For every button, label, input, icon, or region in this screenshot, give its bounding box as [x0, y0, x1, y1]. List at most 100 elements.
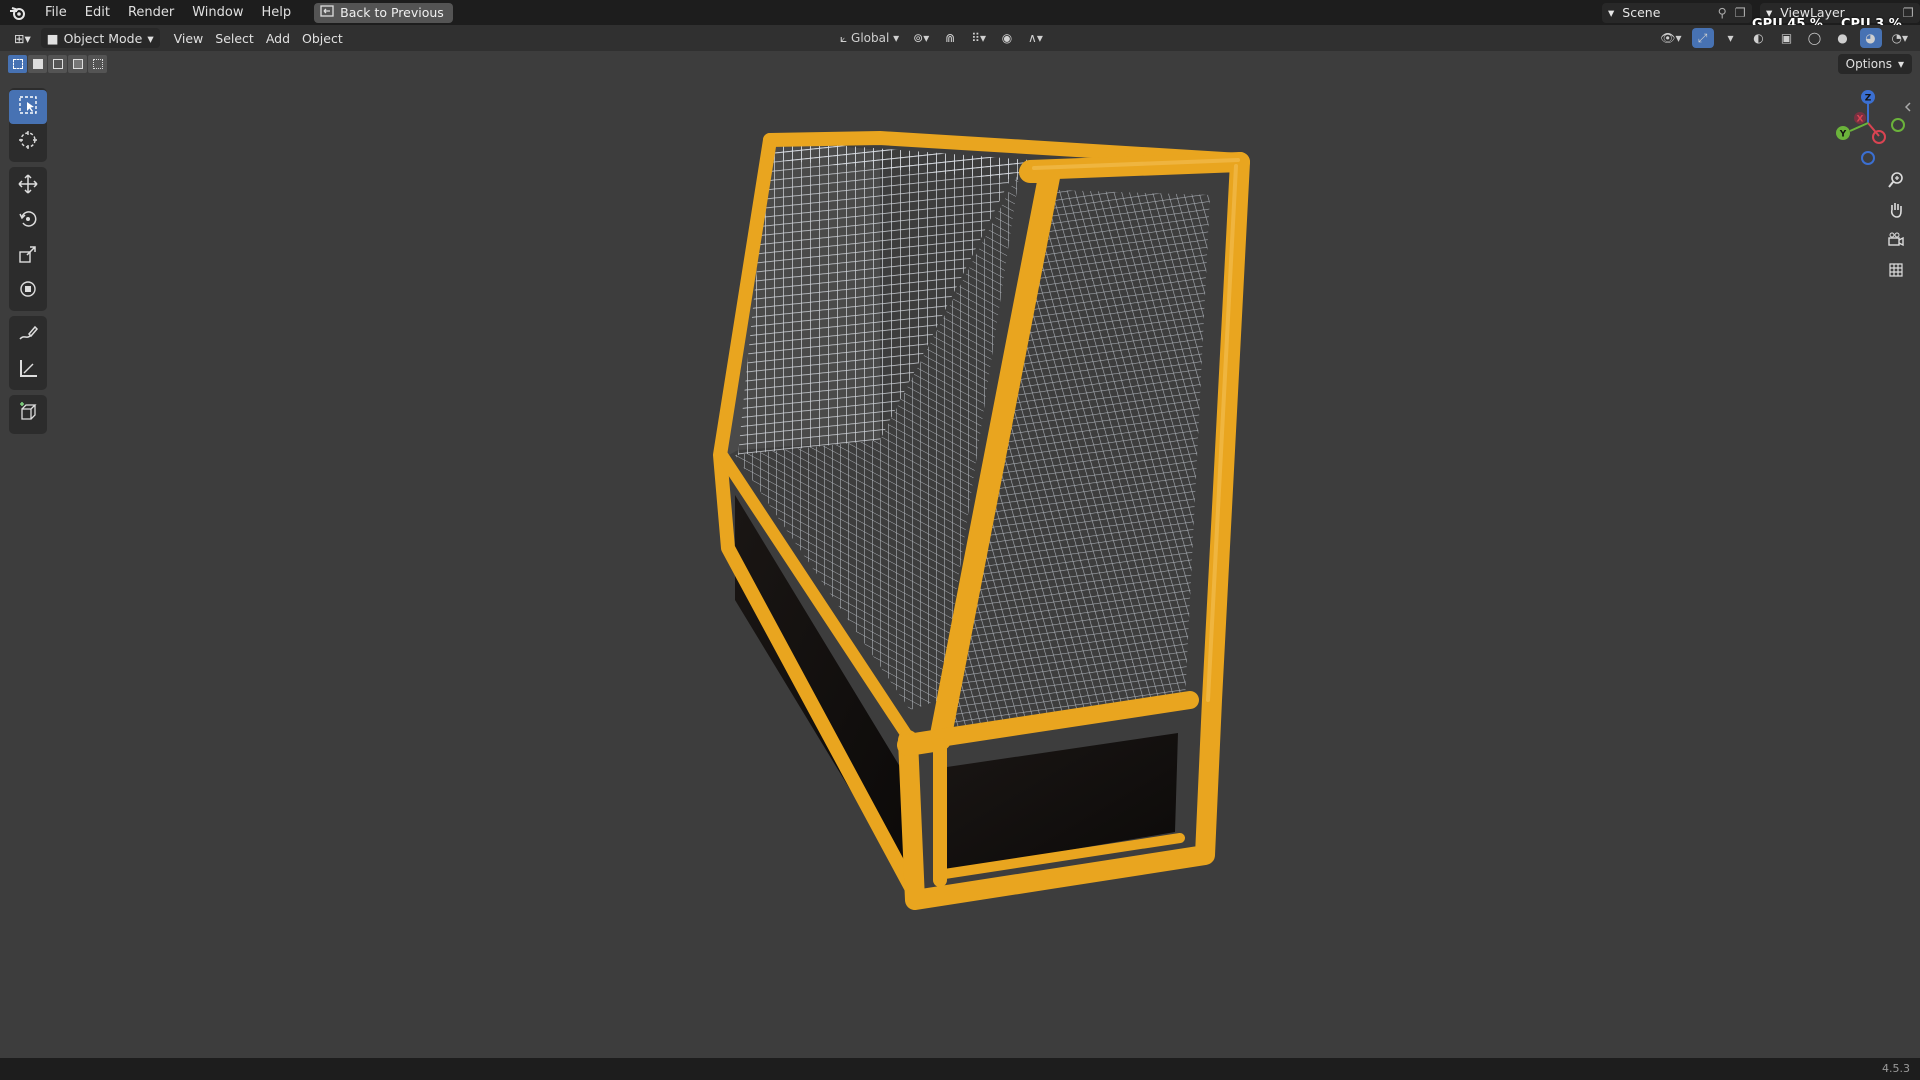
- pivot-icon: ⊚▾: [913, 31, 930, 45]
- transform-orientation-dropdown[interactable]: ⟀ Global ▾: [836, 28, 903, 48]
- menu-edit[interactable]: Edit: [76, 0, 119, 25]
- material-icon: ◕: [1865, 31, 1876, 45]
- select-invert-button[interactable]: [68, 55, 87, 73]
- options-label: Options: [1845, 57, 1892, 71]
- scale-tool[interactable]: [9, 239, 47, 273]
- move-icon: [17, 173, 39, 199]
- annotate-icon: [17, 322, 39, 348]
- snap-toggle[interactable]: ⋒: [939, 28, 961, 48]
- viewport-shading-tools: 👁▾ ⤢ ▾ ◐ ▣ ◯ ● ◕ ◔▾: [1656, 28, 1912, 48]
- snap-grid-icon: ⠿▾: [971, 31, 987, 45]
- select-extend-button[interactable]: [28, 55, 47, 73]
- navigation-gizmo[interactable]: Z X Y: [1820, 88, 1916, 168]
- pin-icon[interactable]: ⚲: [1718, 5, 1727, 20]
- overlay-toggle[interactable]: ◐: [1748, 28, 1770, 48]
- chevron-down-icon: ▾: [1897, 57, 1904, 71]
- rotate-tool[interactable]: [9, 204, 47, 238]
- gizmo-y-neg[interactable]: [1891, 118, 1905, 132]
- xray-toggle[interactable]: ▣: [1776, 28, 1798, 48]
- visibility-dropdown[interactable]: 👁▾: [1656, 28, 1685, 48]
- zoom-icon: [1887, 171, 1905, 193]
- select-box-tool[interactable]: [9, 90, 47, 124]
- pan-button[interactable]: [1882, 200, 1910, 224]
- select-box-icon: [17, 94, 39, 120]
- select-new-button[interactable]: [8, 55, 27, 73]
- cursor-tool[interactable]: [9, 125, 47, 159]
- screen-back-icon: [320, 5, 334, 20]
- sidebar-toggle-icon[interactable]: [1904, 102, 1911, 112]
- cursor-icon: [17, 129, 39, 155]
- overlay-icon: ◐: [1753, 31, 1764, 45]
- options-dropdown[interactable]: Options ▾: [1837, 54, 1912, 74]
- pivot-point-dropdown[interactable]: ⊚▾: [909, 28, 933, 48]
- select-new-icon: [12, 59, 23, 69]
- gizmo-x-axis[interactable]: [1872, 130, 1886, 144]
- menu-object[interactable]: Object: [296, 28, 349, 48]
- camera-view-button[interactable]: [1882, 230, 1910, 254]
- gizmo-y-label: Y: [1839, 130, 1847, 140]
- select-subtract-button[interactable]: [48, 55, 67, 73]
- add-tool-group: [9, 395, 47, 434]
- camera-icon: [1887, 231, 1905, 253]
- viewport-nav-buttons: [1882, 170, 1910, 284]
- menu-add[interactable]: Add: [260, 28, 296, 48]
- back-to-previous-button[interactable]: Back to Previous: [314, 2, 453, 23]
- rendered-icon: ◔▾: [1891, 31, 1909, 45]
- viewport-3d[interactable]: [0, 0, 1920, 1080]
- gizmo-z-label: Z: [1865, 94, 1872, 104]
- zoom-button[interactable]: [1882, 170, 1910, 194]
- add-cube-tool[interactable]: [9, 397, 47, 431]
- editor-type-button[interactable]: ⊞▾: [8, 28, 37, 48]
- add-cube-icon: [17, 401, 39, 427]
- transform-tools: ⟀ Global ▾ ⊚▾ ⋒ ⠿▾ ◉ ∧▾: [836, 28, 1047, 48]
- transform-tool[interactable]: [9, 274, 47, 308]
- wireframe-shading[interactable]: ◯: [1804, 28, 1826, 48]
- menu-select[interactable]: Select: [209, 28, 260, 48]
- mode-label: Object Mode: [63, 30, 143, 46]
- eye-icon: 👁▾: [1660, 31, 1682, 45]
- gizmo-toggle[interactable]: ⤢: [1691, 28, 1714, 48]
- scene-selector[interactable]: ▾ Scene ⚲ ❐: [1602, 2, 1752, 23]
- mode-dropdown[interactable]: ■ Object Mode ▾: [40, 28, 160, 48]
- object-mode-icon: ■: [46, 30, 59, 46]
- blender-logo-icon[interactable]: [0, 0, 36, 25]
- status-bar: 4.5.3: [0, 1058, 1920, 1080]
- viewport-header: ⊞▾ ■ Object Mode ▾ View Select Add Objec…: [0, 25, 1920, 51]
- solid-shading[interactable]: ●: [1832, 28, 1854, 48]
- scene-name: Scene: [1622, 5, 1661, 20]
- snap-target-dropdown[interactable]: ⠿▾: [967, 28, 990, 48]
- gizmo-dropdown[interactable]: ▾: [1720, 28, 1742, 48]
- annotate-tool-group: [9, 316, 47, 390]
- proportional-icon: ◉: [1001, 31, 1013, 45]
- wireframe-icon: ◯: [1807, 31, 1822, 45]
- rendered-shading[interactable]: ◔▾: [1888, 28, 1913, 48]
- gizmo-x-label: X: [1857, 115, 1864, 125]
- falloff-dropdown[interactable]: ∧▾: [1024, 28, 1047, 48]
- transform-icon: [17, 278, 39, 304]
- solid-icon: ●: [1837, 31, 1848, 45]
- menu-render[interactable]: Render: [119, 0, 183, 25]
- move-tool[interactable]: [9, 169, 47, 203]
- gizmo-z-neg[interactable]: [1861, 151, 1875, 165]
- editor-type-icon: ⊞▾: [14, 30, 31, 46]
- select-extend-icon: [32, 59, 43, 69]
- scene-icon: ▾: [1608, 5, 1615, 20]
- annotate-tool[interactable]: [9, 318, 47, 352]
- proportional-editing-toggle[interactable]: ◉: [996, 28, 1018, 48]
- measure-tool[interactable]: [9, 353, 47, 387]
- new-view-layer-icon[interactable]: ❐: [1903, 5, 1914, 20]
- select-intersect-button[interactable]: [88, 55, 107, 73]
- material-shading[interactable]: ◕: [1859, 28, 1882, 48]
- select-intersect-icon: [92, 59, 103, 69]
- menu-file[interactable]: File: [36, 0, 76, 25]
- menu-view[interactable]: View: [168, 28, 210, 48]
- top-menu-bar: File Edit Render Window Help Back to Pre…: [0, 0, 1920, 32]
- perspective-toggle-button[interactable]: [1882, 260, 1910, 284]
- chevron-down-icon: ▾: [1727, 31, 1734, 45]
- select-invert-icon: [72, 59, 83, 69]
- menu-help[interactable]: Help: [253, 0, 301, 25]
- menu-window[interactable]: Window: [183, 0, 252, 25]
- xray-icon: ▣: [1780, 31, 1793, 45]
- new-scene-icon[interactable]: ❐: [1735, 5, 1746, 20]
- rotate-icon: [17, 208, 39, 234]
